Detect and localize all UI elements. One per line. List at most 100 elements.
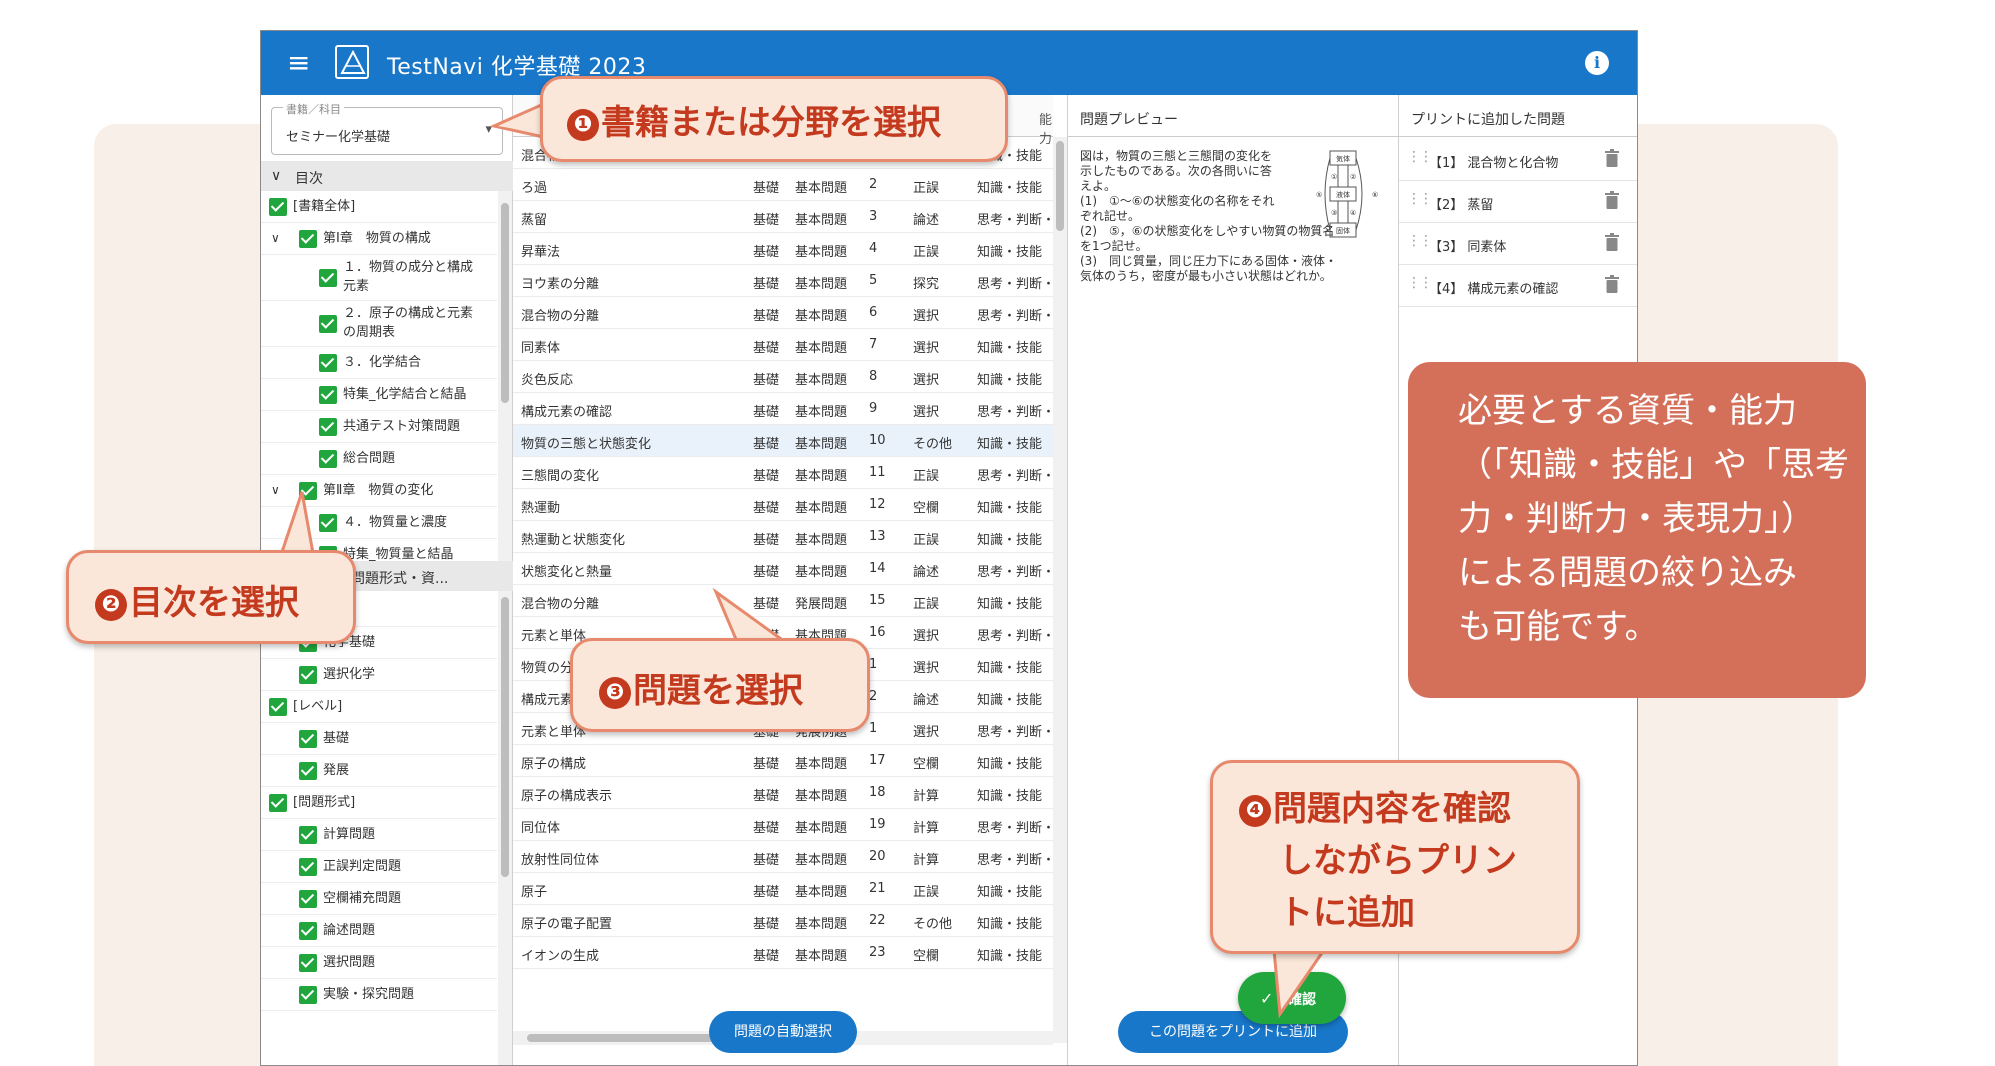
filter-item[interactable]: 正誤判定問題: [261, 851, 497, 883]
checkbox-checked[interactable]: [299, 826, 317, 844]
question-title: イオンの生成: [521, 949, 600, 964]
chevron-down-icon[interactable]: ∨: [271, 231, 280, 245]
print-item[interactable]: ⋮⋮ 【4】 構成元素の確認: [1399, 265, 1637, 307]
checkbox-checked[interactable]: [299, 230, 317, 248]
toc-scrollbar[interactable]: [498, 191, 512, 561]
table-row[interactable]: イオンの生成 基礎 基本問題 23 空欄 知識・技能: [513, 937, 1053, 969]
table-row[interactable]: 状態変化と熱量 基礎基本問題 14 論述 思考・判断・表: [513, 553, 1053, 585]
table-row[interactable]: 蒸留 基礎基本問題 3 論述 思考・判断・表: [513, 201, 1053, 233]
print-item[interactable]: ⋮⋮ 【3】 同素体: [1399, 223, 1637, 265]
callout-4-number: ❹: [1239, 795, 1271, 827]
checkbox-checked[interactable]: [299, 762, 317, 780]
checkbox-checked[interactable]: [299, 666, 317, 684]
checkbox-checked[interactable]: [319, 450, 337, 468]
filter-item[interactable]: 選択問題: [261, 947, 497, 979]
toc-item[interactable]: [書籍全体]: [261, 191, 497, 223]
checkbox-checked[interactable]: [299, 954, 317, 972]
table-row[interactable]: ろ過 基礎 基本問題 2 正誤 知識・技能: [513, 169, 1053, 201]
table-row[interactable]: 三態間の変化 基礎基本問題 11 正誤 思考・判断・表: [513, 457, 1053, 489]
question-level: 基礎: [753, 853, 780, 868]
question-type: 基本問題: [795, 917, 848, 932]
table-row[interactable]: 昇華法 基礎 基本問題 4 正誤 知識・技能: [513, 233, 1053, 265]
preview-line: (3) 同じ質量，同じ圧力下にある固体・液体・: [1080, 254, 1337, 268]
checkbox-checked[interactable]: [299, 730, 317, 748]
table-row[interactable]: 同位体 基礎基本問題 19 計算 思考・判断・表: [513, 809, 1053, 841]
table-row[interactable]: 物質の三態と状態変化 基礎 基本問題 10 その他 知識・技能: [513, 425, 1053, 457]
trash-icon[interactable]: [1605, 275, 1619, 293]
drag-handle-icon[interactable]: ⋮⋮: [1407, 233, 1433, 249]
filter-item[interactable]: 空欄補充問題: [261, 883, 497, 915]
filter-item[interactable]: 選択化学: [261, 659, 497, 691]
filter-item[interactable]: [問題形式]: [261, 787, 497, 819]
checkbox-checked[interactable]: [299, 986, 317, 1004]
filter-item[interactable]: 発展: [261, 755, 497, 787]
question-ability: 知識・技能: [977, 885, 1043, 900]
filter-item[interactable]: 計算問題: [261, 819, 497, 851]
auto-select-button[interactable]: 問題の自動選択: [709, 1011, 857, 1053]
print-item[interactable]: ⋮⋮ 【2】 蒸留: [1399, 181, 1637, 223]
drag-handle-icon[interactable]: ⋮⋮: [1407, 275, 1433, 291]
question-level: 基礎: [753, 789, 780, 804]
trash-icon[interactable]: [1605, 149, 1619, 167]
checkbox-checked[interactable]: [319, 315, 337, 333]
table-row[interactable]: 放射性同位体 基礎基本問題 20 計算 思考・判断・表: [513, 841, 1053, 873]
question-title: 蒸留: [521, 213, 548, 228]
hamburger-menu-icon[interactable]: ≡: [287, 47, 310, 79]
toc-item[interactable]: ３．化学結合: [261, 347, 497, 379]
drag-handle-icon[interactable]: ⋮⋮: [1407, 149, 1433, 165]
toc-item[interactable]: ∨ 第Ⅰ章 物質の構成: [261, 223, 497, 255]
toc-item[interactable]: 共通テスト対策問題: [261, 411, 497, 443]
toc-item[interactable]: 特集_化学結合と結晶: [261, 379, 497, 411]
filter-item[interactable]: [レベル]: [261, 691, 497, 723]
callout-4: ❹ 問題内容を確認 しながらプリン トに追加: [1210, 760, 1580, 954]
checkbox-checked[interactable]: [269, 794, 287, 812]
question-scrollbar[interactable]: [1053, 137, 1067, 1043]
question-format: 正誤: [913, 181, 940, 196]
table-row[interactable]: 混合物の分離 基礎基本問題 6 選択 思考・判断・表: [513, 297, 1053, 329]
checkbox-checked[interactable]: [299, 890, 317, 908]
drag-handle-icon[interactable]: ⋮⋮: [1407, 191, 1433, 207]
question-type: 基本問題: [795, 405, 848, 420]
toc-item[interactable]: 総合問題: [261, 443, 497, 475]
toc-header[interactable]: ∨ 目次: [261, 161, 513, 191]
filter-scrollbar[interactable]: [498, 591, 512, 1065]
checkbox-checked[interactable]: [299, 922, 317, 940]
toc-item[interactable]: １．物質の成分と構成 元素: [261, 255, 497, 301]
checkbox-checked[interactable]: [269, 198, 287, 216]
toc-item[interactable]: ２．原子の構成と元素 の周期表: [261, 301, 497, 347]
table-row[interactable]: 同素体 基礎 基本問題 7 選択 知識・技能: [513, 329, 1053, 361]
question-number: 4: [869, 241, 878, 256]
table-row[interactable]: ヨウ素の分離 基礎基本問題 5 探究 思考・判断・表: [513, 265, 1053, 297]
callout-2: ❷ 目次を選択: [66, 550, 356, 644]
checkbox-checked[interactable]: [319, 269, 337, 287]
question-ability: 知識・技能: [977, 501, 1043, 516]
question-format: 選択: [913, 373, 940, 388]
table-row[interactable]: 原子 基礎 基本問題 21 正誤 知識・技能: [513, 873, 1053, 905]
trash-icon[interactable]: [1605, 191, 1619, 209]
filter-item[interactable]: 実験・探究問題: [261, 979, 497, 1011]
checkbox-checked[interactable]: [319, 418, 337, 436]
checkbox-checked[interactable]: [299, 858, 317, 876]
info-icon[interactable]: i: [1585, 51, 1609, 75]
table-row[interactable]: 熱運動 基礎 基本問題 12 空欄 知識・技能: [513, 489, 1053, 521]
table-row[interactable]: 構成元素の確認 基礎基本問題 9 選択 思考・判断・表: [513, 393, 1053, 425]
question-ability: 知識・技能: [977, 373, 1043, 388]
filter-item[interactable]: 基礎: [261, 723, 497, 755]
table-row[interactable]: 炎色反応 基礎 基本問題 8 選択 知識・技能: [513, 361, 1053, 393]
filter-item-label: 選択化学: [323, 667, 376, 682]
trash-icon[interactable]: [1605, 233, 1619, 251]
table-row[interactable]: 熱運動と状態変化 基礎 基本問題 13 正誤 知識・技能: [513, 521, 1053, 553]
checkbox-checked[interactable]: [269, 698, 287, 716]
question-number: 2: [869, 689, 878, 704]
table-row[interactable]: 原子の構成 基礎 基本問題 17 空欄 知識・技能: [513, 745, 1053, 777]
filter-item[interactable]: 論述問題: [261, 915, 497, 947]
question-number: 23: [869, 945, 886, 960]
table-row[interactable]: 原子の構成表示 基礎 基本問題 18 計算 知識・技能: [513, 777, 1053, 809]
checkbox-checked[interactable]: [319, 354, 337, 372]
checkbox-checked[interactable]: [319, 386, 337, 404]
table-row[interactable]: 原子の電子配置 基礎 基本問題 22 その他 知識・技能: [513, 905, 1053, 937]
question-title: ヨウ素の分離: [521, 277, 600, 292]
question-title: 同素体: [521, 341, 561, 356]
question-number: 7: [869, 337, 878, 352]
print-item[interactable]: ⋮⋮ 【1】 混合物と化合物: [1399, 139, 1637, 181]
